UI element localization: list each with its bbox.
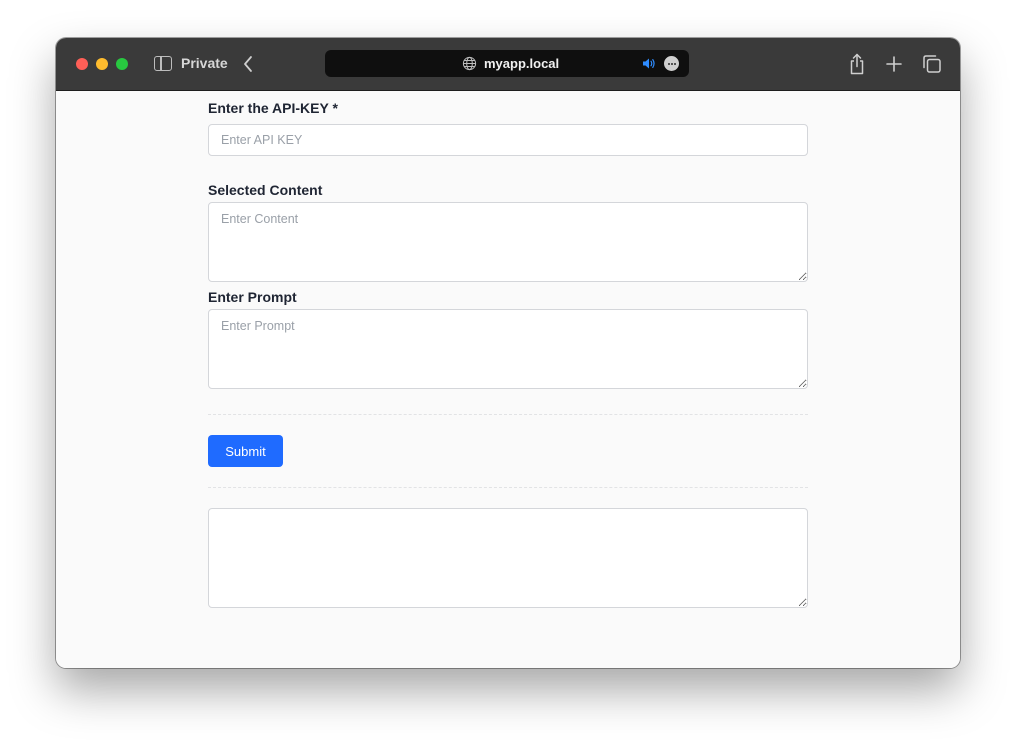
private-browsing-label[interactable]: Private — [181, 55, 228, 71]
speaker-icon[interactable] — [642, 57, 656, 70]
minimize-window-button[interactable] — [96, 58, 108, 70]
sidebar-toggle-icon[interactable] — [154, 56, 172, 71]
close-window-button[interactable] — [76, 58, 88, 70]
url-text: myapp.local — [484, 56, 560, 71]
divider — [208, 487, 808, 488]
prompt-textarea[interactable] — [208, 309, 808, 389]
browser-window: Private myapp.local Enter the API-KEY * … — [56, 38, 960, 668]
globe-icon — [462, 56, 477, 71]
more-options-icon[interactable] — [664, 56, 679, 71]
divider — [208, 414, 808, 415]
new-tab-icon[interactable] — [885, 55, 903, 73]
content-textarea[interactable] — [208, 202, 808, 282]
prompt-label: Enter Prompt — [208, 289, 297, 305]
maximize-window-button[interactable] — [116, 58, 128, 70]
selected-content-label: Selected Content — [208, 182, 323, 198]
api-key-input[interactable] — [208, 124, 808, 156]
api-key-label: Enter the API-KEY * — [208, 100, 338, 116]
share-icon[interactable] — [848, 53, 866, 75]
submit-button[interactable]: Submit — [208, 435, 283, 467]
page-content: Enter the API-KEY * Selected Content Ent… — [56, 91, 960, 668]
back-arrow-icon[interactable] — [240, 54, 258, 74]
output-textarea[interactable] — [208, 508, 808, 608]
tab-overview-icon[interactable] — [922, 54, 942, 74]
browser-toolbar: Private myapp.local — [56, 38, 960, 91]
address-bar[interactable]: myapp.local — [325, 50, 689, 77]
